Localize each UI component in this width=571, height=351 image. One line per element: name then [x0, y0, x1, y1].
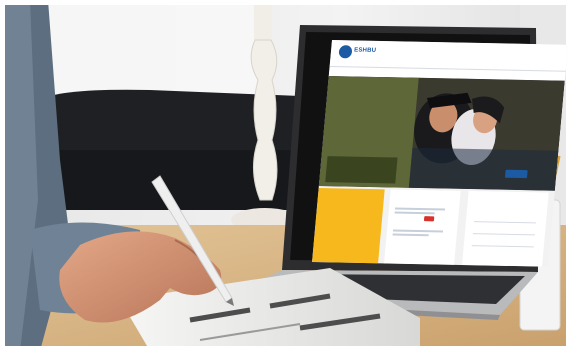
- lamp-base: [250, 39, 278, 201]
- news-line: [392, 233, 429, 237]
- news-line: [392, 229, 444, 233]
- hero-button[interactable]: [504, 169, 528, 179]
- site-logo[interactable]: ESHBU: [338, 44, 379, 61]
- info-row[interactable]: [471, 237, 535, 248]
- promo-card[interactable]: [312, 188, 385, 264]
- hero-title: [331, 164, 391, 165]
- photo-scene: ESHBU: [0, 0, 571, 351]
- hero-caption: [325, 156, 398, 184]
- org-name: [384, 46, 420, 47]
- news-badge[interactable]: [423, 216, 435, 222]
- news-line: [394, 211, 435, 215]
- laptop-screen-website: ESHBU: [312, 40, 568, 267]
- lamp-pole: [254, 0, 272, 40]
- news-line: [394, 207, 446, 211]
- promo-title: [324, 198, 380, 199]
- info-row[interactable]: [472, 225, 536, 236]
- news-card: [384, 189, 461, 265]
- info-row[interactable]: [473, 213, 537, 224]
- promo-subtitle: [322, 214, 378, 215]
- logo-text: ESHBU: [353, 47, 377, 54]
- info-card: [462, 191, 549, 267]
- hero-banner: [318, 76, 565, 191]
- logo-seal-icon: [338, 45, 353, 59]
